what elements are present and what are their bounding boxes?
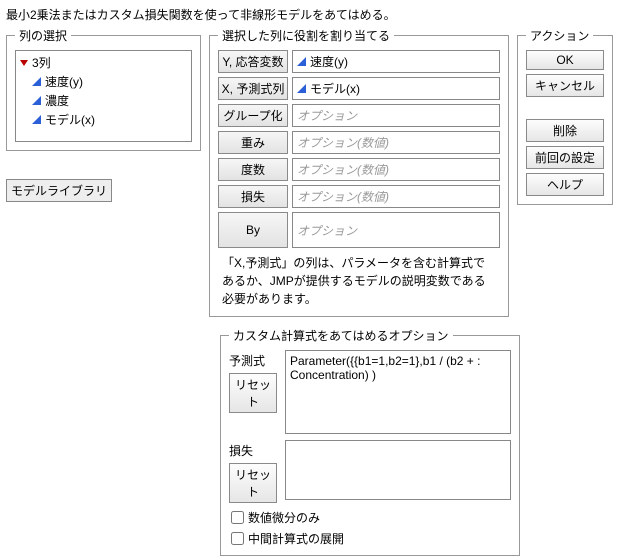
custom-formula-legend: カスタム計算式をあてはめるオプション	[229, 327, 453, 344]
group-role-button[interactable]: グループ化	[218, 104, 288, 127]
column-select-group: 列の選択 3列 速度(y) 濃度 モデル(x)	[6, 27, 201, 151]
custom-formula-group: カスタム計算式をあてはめるオプション 予測式 リセット Parameter({{…	[220, 327, 520, 556]
continuous-icon	[32, 77, 41, 86]
ok-button[interactable]: OK	[526, 50, 604, 70]
freq-role-placeholder: オプション(数値)	[297, 161, 389, 178]
loss-role-button[interactable]: 損失	[218, 185, 288, 208]
pred-formula-textarea[interactable]: Parameter({{b1=1,b2=1},b1 / (b2 + : Conc…	[285, 350, 511, 434]
numeric-deriv-label: 数値微分のみ	[248, 509, 320, 526]
continuous-icon	[32, 115, 41, 124]
actions-legend: アクション	[526, 27, 593, 44]
weight-role-button[interactable]: 重み	[218, 131, 288, 154]
intro-text: 最小2乗法またはカスタム損失関数を使って非線形モデルをあてはめる。	[6, 6, 627, 23]
y-role-value: 速度(y)	[310, 53, 348, 70]
continuous-icon	[32, 96, 41, 105]
x-role-value: モデル(x)	[310, 80, 360, 97]
numeric-deriv-checkbox[interactable]	[231, 511, 244, 524]
continuous-icon	[297, 84, 306, 93]
y-role-button[interactable]: Y, 応答変数	[218, 50, 288, 73]
continuous-icon	[297, 57, 306, 66]
freq-role-button[interactable]: 度数	[218, 158, 288, 181]
column-select-legend: 列の選択	[15, 27, 71, 44]
help-button[interactable]: ヘルプ	[526, 173, 604, 196]
group-role-placeholder: オプション	[297, 107, 357, 124]
expand-checkbox[interactable]	[231, 532, 244, 545]
pred-reset-button[interactable]: リセット	[229, 373, 277, 413]
disclosure-triangle-icon[interactable]	[20, 60, 28, 66]
list-item[interactable]: 濃度	[18, 91, 189, 110]
by-role-placeholder: オプション	[297, 222, 357, 239]
previous-settings-button[interactable]: 前回の設定	[526, 146, 604, 169]
list-item[interactable]: 速度(y)	[18, 72, 189, 91]
pred-label: 予測式	[229, 350, 279, 369]
model-library-button[interactable]: モデルライブラリ	[6, 179, 112, 202]
list-item-label: 速度(y)	[45, 73, 83, 90]
x-role-slot[interactable]: モデル(x)	[292, 77, 500, 100]
expand-label: 中間計算式の展開	[248, 530, 344, 547]
loss-label: 損失	[229, 440, 279, 459]
weight-role-placeholder: オプション(数値)	[297, 134, 389, 151]
column-listbox[interactable]: 3列 速度(y) 濃度 モデル(x)	[15, 50, 192, 142]
actions-group: アクション OK キャンセル 削除 前回の設定 ヘルプ	[517, 27, 613, 205]
x-role-button[interactable]: X, 予測式列	[218, 77, 288, 100]
remove-button[interactable]: 削除	[526, 119, 604, 142]
loss-role-slot[interactable]: オプション(数値)	[292, 185, 500, 208]
assign-note: 「X,予測式」の列は、パラメータを含む計算式であるか、JMPが提供するモデルの説…	[218, 254, 500, 308]
column-count-row[interactable]: 3列	[18, 53, 189, 72]
list-item[interactable]: モデル(x)	[18, 110, 189, 129]
freq-role-slot[interactable]: オプション(数値)	[292, 158, 500, 181]
column-count-label: 3列	[32, 54, 51, 71]
loss-reset-button[interactable]: リセット	[229, 463, 277, 503]
assign-roles-legend: 選択した列に役割を割り当てる	[218, 27, 394, 44]
assign-roles-group: 選択した列に役割を割り当てる Y, 応答変数 速度(y) X, 予測式列 モデル…	[209, 27, 509, 317]
loss-formula-textarea[interactable]	[285, 440, 511, 500]
weight-role-slot[interactable]: オプション(数値)	[292, 131, 500, 154]
cancel-button[interactable]: キャンセル	[526, 74, 604, 97]
by-role-button[interactable]: By	[218, 212, 288, 248]
list-item-label: 濃度	[45, 92, 69, 109]
group-role-slot[interactable]: オプション	[292, 104, 500, 127]
list-item-label: モデル(x)	[45, 111, 95, 128]
by-role-slot[interactable]: オプション	[292, 212, 500, 248]
y-role-slot[interactable]: 速度(y)	[292, 50, 500, 73]
loss-role-placeholder: オプション(数値)	[297, 188, 389, 205]
